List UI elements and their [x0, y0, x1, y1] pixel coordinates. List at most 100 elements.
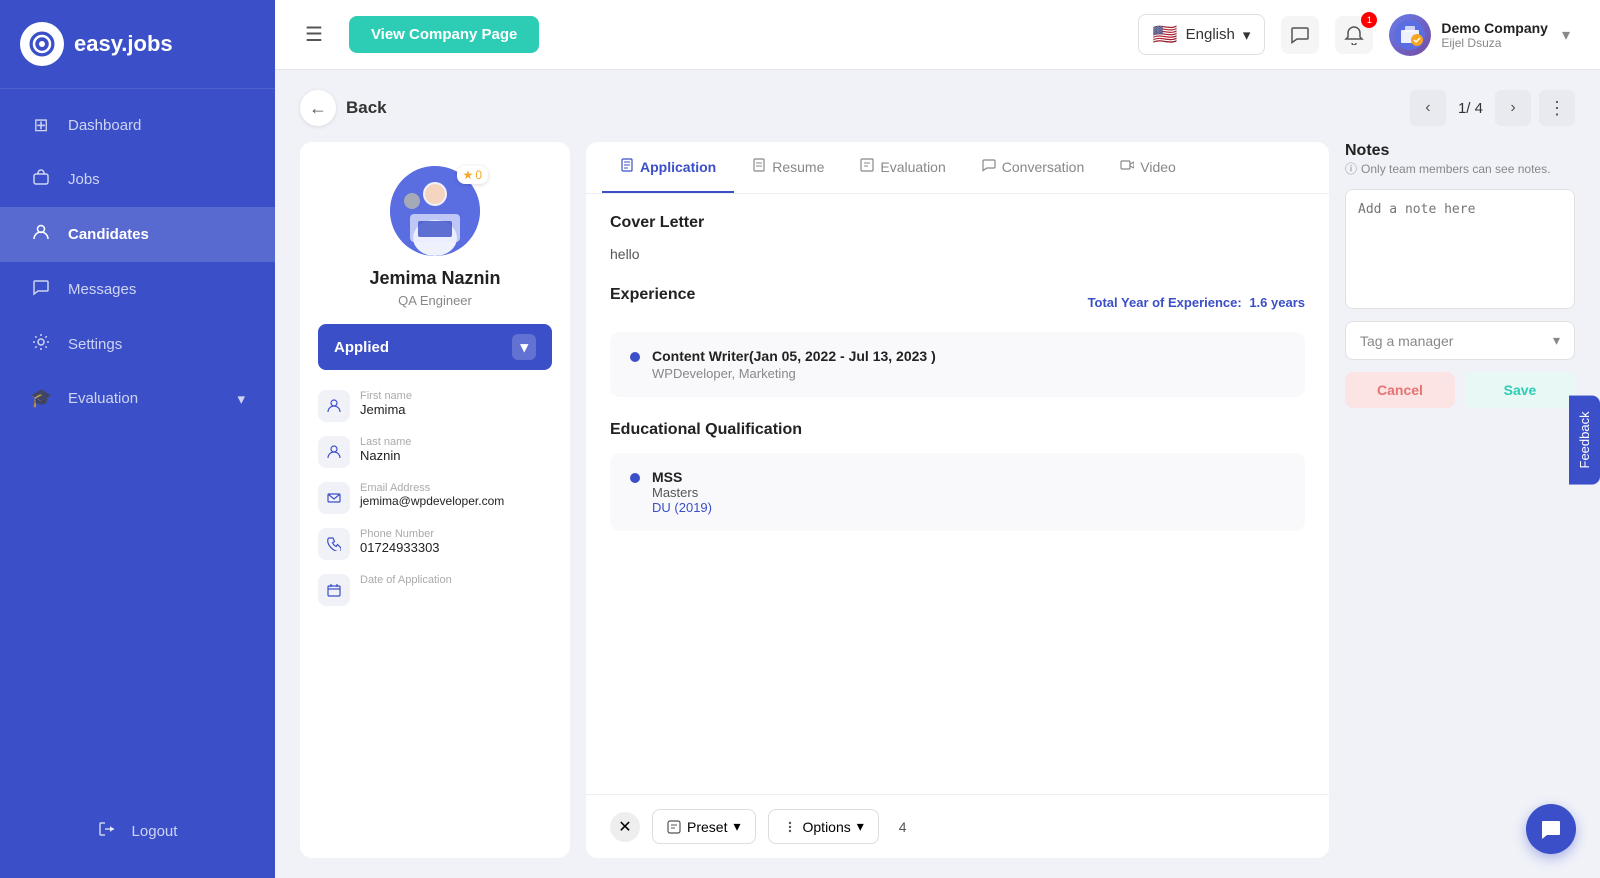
education-title: Educational Qualification — [610, 421, 1305, 439]
back-arrow-icon: ← — [300, 90, 336, 126]
language-selector[interactable]: 🇺🇸 English ▾ — [1138, 14, 1266, 55]
last-name-item: Last name Naznin — [318, 436, 552, 468]
options-button[interactable]: Options ▾ — [768, 809, 879, 844]
prev-page-button[interactable]: ‹ — [1410, 90, 1446, 126]
email-value: jemima@wpdeveloper.com — [360, 494, 504, 508]
tab-evaluation[interactable]: Evaluation — [842, 142, 963, 193]
info-icon: ⓘ — [1345, 160, 1357, 177]
sidebar-item-dashboard[interactable]: ⊞ Dashboard — [0, 99, 275, 152]
edu-institution-link: DU — [652, 500, 671, 515]
person-icon-2 — [318, 436, 350, 468]
first-name-value: Jemima — [360, 402, 412, 417]
nav-row: ← Back ‹ 1/ 4 › ⋮ — [300, 90, 1575, 126]
candidate-card: ★ 0 Jemima Naznin QA Engineer Applied ▾ — [300, 142, 570, 858]
notes-subtitle-text: Only team members can see notes. — [1361, 162, 1550, 176]
columns-area: ★ 0 Jemima Naznin QA Engineer Applied ▾ — [300, 142, 1575, 858]
sidebar-nav: ⊞ Dashboard Jobs Candidates — [0, 99, 275, 804]
status-label: Applied — [334, 339, 389, 356]
sidebar-item-candidates[interactable]: Candidates — [0, 207, 275, 262]
language-label: English — [1186, 26, 1235, 43]
tab-video[interactable]: Video — [1102, 142, 1194, 193]
logout-icon — [98, 820, 116, 842]
notes-title: Notes — [1345, 142, 1575, 160]
tabs-row: Application Resume — [586, 142, 1329, 194]
bottom-bar: ✕ Preset ▾ — [586, 794, 1329, 858]
company-avatar — [1389, 14, 1431, 56]
notes-panel: Notes ⓘ Only team members can see notes.… — [1345, 142, 1575, 858]
chat-icon-button[interactable] — [1281, 16, 1319, 54]
company-selector[interactable]: Demo Company Eijel Dsuza ▾ — [1389, 14, 1570, 56]
tab-resume[interactable]: Resume — [734, 142, 842, 193]
experience-section: Experience Total Year of Experience: 1.6… — [610, 286, 1305, 397]
date-label: Date of Application — [360, 574, 452, 586]
sidebar-label-candidates: Candidates — [68, 226, 149, 243]
logout-label: Logout — [132, 823, 178, 840]
settings-icon — [30, 333, 52, 356]
phone-value: 01724933303 — [360, 540, 440, 555]
options-chevron-icon: ▾ — [857, 818, 864, 835]
tag-chevron-icon: ▾ — [1553, 332, 1560, 349]
sidebar-label-messages: Messages — [68, 281, 136, 298]
education-item-0: MSS Masters DU (2019) — [630, 469, 1285, 515]
email-icon — [318, 482, 350, 514]
star-badge: ★ 0 — [457, 166, 488, 184]
page-info: 1/ 4 — [1454, 100, 1487, 117]
sidebar-item-evaluation[interactable]: 🎓 Evaluation ▾ — [0, 372, 275, 425]
notes-textarea[interactable] — [1345, 189, 1575, 309]
experience-total-label: Total Year of Experience: — [1088, 295, 1242, 310]
preset-label: Preset — [687, 819, 727, 835]
resume-tab-label: Resume — [772, 159, 824, 175]
feedback-tab[interactable]: Feedback — [1569, 395, 1600, 484]
hamburger-icon[interactable]: ☰ — [305, 22, 323, 47]
candidates-icon — [30, 223, 52, 246]
video-tab-icon — [1120, 158, 1134, 175]
last-name-value: Naznin — [360, 448, 411, 463]
evaluation-tab-label: Evaluation — [880, 159, 945, 175]
back-label: Back — [346, 98, 387, 118]
more-options-button[interactable]: ⋮ — [1539, 90, 1575, 126]
tab-application[interactable]: Application — [602, 142, 734, 193]
sidebar-item-logout[interactable]: Logout — [68, 804, 208, 858]
edu-degree: MSS — [652, 469, 712, 485]
edu-institution: DU (2019) — [652, 500, 712, 515]
notes-header: Notes ⓘ Only team members can see notes. — [1345, 142, 1575, 177]
chat-fab-button[interactable] — [1526, 804, 1576, 854]
messages-icon — [30, 278, 52, 301]
phone-item: Phone Number 01724933303 — [318, 528, 552, 560]
notifications-button[interactable]: 1 — [1335, 16, 1373, 54]
tag-manager-dropdown[interactable]: Tag a manager ▾ — [1345, 321, 1575, 360]
star-count: 0 — [475, 168, 482, 182]
email-item: Email Address jemima@wpdeveloper.com — [318, 482, 552, 514]
conversation-tab-label: Conversation — [1002, 159, 1085, 175]
back-button[interactable]: ← Back — [300, 90, 387, 126]
application-tab-label: Application — [640, 159, 716, 175]
phone-icon — [318, 528, 350, 560]
chevron-down-icon: ▾ — [1243, 26, 1251, 44]
cancel-button[interactable]: Cancel — [1345, 372, 1455, 408]
dashboard-icon: ⊞ — [30, 115, 52, 136]
pagination-controls: ‹ 1/ 4 › ⋮ — [1410, 90, 1575, 126]
preset-button[interactable]: Preset ▾ — [652, 809, 756, 844]
resume-tab-icon — [752, 158, 766, 175]
save-button[interactable]: Save — [1465, 372, 1575, 408]
preset-chevron-icon: ▾ — [733, 818, 740, 835]
conversation-tab-icon — [982, 158, 996, 175]
next-page-button[interactable]: › — [1495, 90, 1531, 126]
first-name-item: First name Jemima — [318, 390, 552, 422]
experience-card: Content Writer(Jan 05, 2022 - Jul 13, 20… — [610, 332, 1305, 397]
sidebar-item-settings[interactable]: Settings — [0, 317, 275, 372]
company-chevron-icon: ▾ — [1562, 25, 1570, 45]
sidebar: easy.jobs ⊞ Dashboard Jobs Candidates — [0, 0, 275, 878]
tab-conversation[interactable]: Conversation — [964, 142, 1103, 193]
close-button[interactable]: ✕ — [610, 812, 640, 842]
exp-sub-0: WPDeveloper, Marketing — [652, 366, 936, 381]
exp-title-0: Content Writer(Jan 05, 2022 - Jul 13, 20… — [652, 348, 936, 364]
status-button[interactable]: Applied ▾ — [318, 324, 552, 370]
company-sub: Eijel Dsuza — [1441, 36, 1548, 50]
sidebar-item-messages[interactable]: Messages — [0, 262, 275, 317]
email-label: Email Address — [360, 482, 504, 494]
candidate-info: First name Jemima Last name — [318, 390, 552, 606]
tag-manager-label: Tag a manager — [1360, 333, 1453, 349]
view-company-button[interactable]: View Company Page — [349, 16, 539, 53]
sidebar-item-jobs[interactable]: Jobs — [0, 152, 275, 207]
